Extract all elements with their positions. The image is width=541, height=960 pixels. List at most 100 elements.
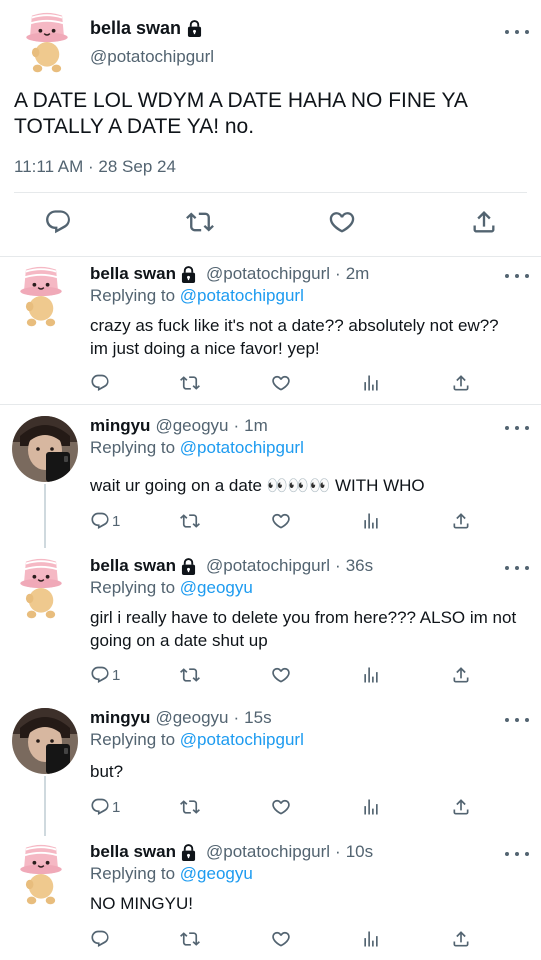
- share-icon[interactable]: [451, 928, 471, 950]
- separator-dot: ·: [233, 416, 240, 435]
- more-icon[interactable]: [505, 848, 529, 860]
- replying-to: Replying to @potatochipgurl: [90, 438, 304, 458]
- replying-to: Replying to @potatochipgurl: [90, 730, 304, 750]
- author-name-text[interactable]: bella swan: [90, 18, 181, 39]
- replying-to-label: Replying to: [90, 438, 176, 457]
- reply-text: NO MINGYU!: [90, 894, 193, 913]
- analytics-icon[interactable]: [361, 664, 381, 686]
- reply-icon[interactable]: [44, 208, 72, 236]
- author-handle[interactable]: @potatochipgurl: [206, 842, 330, 862]
- reply-time[interactable]: 2m: [346, 264, 370, 284]
- author-handle[interactable]: @potatochipgurl: [206, 264, 330, 284]
- divider: [14, 192, 527, 193]
- replying-to: Replying to @geogyu: [90, 864, 253, 884]
- replying-to: Replying to @potatochipgurl: [90, 286, 304, 306]
- separator-dot: ·: [233, 708, 240, 727]
- analytics-icon[interactable]: [361, 796, 381, 818]
- share-icon[interactable]: [451, 664, 471, 686]
- reply-time[interactable]: 36s: [346, 556, 373, 576]
- author-name[interactable]: bella swan: [90, 18, 202, 39]
- separator-dot: ·: [335, 556, 341, 575]
- replying-to-label: Replying to: [90, 864, 176, 883]
- share-icon[interactable]: [451, 372, 471, 394]
- heart-icon[interactable]: [271, 372, 291, 394]
- retweet-icon[interactable]: [180, 664, 200, 686]
- author-handle[interactable]: @potatochipgurl: [206, 556, 330, 576]
- more-icon[interactable]: [505, 26, 529, 38]
- replying-to-mention[interactable]: @potatochipgurl: [180, 730, 304, 749]
- more-icon[interactable]: [505, 562, 529, 574]
- lock-icon: [181, 266, 196, 283]
- avatar[interactable]: [12, 264, 78, 330]
- author-name[interactable]: bella swan: [90, 264, 176, 284]
- replying-to-label: Replying to: [90, 578, 176, 597]
- lock-icon: [187, 20, 202, 37]
- retweet-icon[interactable]: [186, 208, 214, 236]
- reply-tweet[interactable]: bella swan @potatochipgurl · 2m Replying…: [0, 256, 541, 404]
- reply-tweet[interactable]: bella swan @potatochipgurl · 10s Replyin…: [0, 838, 541, 960]
- reply-count: 1: [112, 798, 121, 816]
- reply-header: mingyu @geogyu · 15s: [90, 708, 272, 728]
- avatar[interactable]: [12, 556, 78, 622]
- separator-dot: ·: [335, 264, 341, 283]
- tweet-timestamp[interactable]: 11:11 AM · 28 Sep 24: [14, 157, 176, 177]
- avatar[interactable]: [12, 416, 78, 482]
- reply-icon[interactable]: [90, 372, 110, 394]
- reply-time[interactable]: 10s: [346, 842, 373, 862]
- replying-to-mention[interactable]: @geogyu: [180, 578, 253, 597]
- share-icon[interactable]: [451, 796, 471, 818]
- heart-icon[interactable]: [271, 664, 291, 686]
- analytics-icon[interactable]: [361, 928, 381, 950]
- heart-icon[interactable]: [271, 510, 291, 532]
- reply-count: 1: [112, 666, 121, 684]
- reply-header: bella swan @potatochipgurl · 2m: [90, 264, 369, 284]
- reply-icon[interactable]: [90, 928, 110, 950]
- author-name[interactable]: bella swan: [90, 556, 176, 576]
- avatar[interactable]: [12, 842, 78, 908]
- author-name[interactable]: mingyu: [90, 416, 150, 436]
- reply-time[interactable]: 15s: [244, 708, 271, 728]
- heart-icon[interactable]: [271, 796, 291, 818]
- avatar[interactable]: [12, 708, 78, 774]
- reply-icon[interactable]: 1: [90, 664, 120, 686]
- more-icon[interactable]: [505, 270, 529, 282]
- author-handle[interactable]: @geogyu: [155, 708, 228, 728]
- reply-header: mingyu @geogyu · 1m: [90, 416, 268, 436]
- main-tweet: bella swan @potatochipgurl A DATE LOL WD…: [0, 0, 541, 256]
- replying-to-label: Replying to: [90, 730, 176, 749]
- reply-text: girl i really have to delete you from he…: [90, 608, 517, 650]
- share-icon[interactable]: [470, 208, 498, 236]
- reply-icon[interactable]: 1: [90, 510, 120, 532]
- replying-to-mention[interactable]: @potatochipgurl: [180, 286, 304, 305]
- reply-header: bella swan @potatochipgurl · 10s: [90, 842, 373, 862]
- analytics-icon[interactable]: [361, 510, 381, 532]
- replying-to-label: Replying to: [90, 286, 176, 305]
- reply-tweet[interactable]: bella swan @potatochipgurl · 36s Replyin…: [0, 550, 541, 696]
- reply-tweet[interactable]: mingyu @geogyu · 1m Replying to @potatoc…: [0, 404, 541, 550]
- more-icon[interactable]: [505, 422, 529, 434]
- author-handle[interactable]: @potatochipgurl: [90, 47, 214, 67]
- reply-time[interactable]: 1m: [244, 416, 268, 436]
- reply-text: wait ur going on a date 👀👀👀 WITH WHO: [90, 476, 425, 495]
- replying-to-mention[interactable]: @potatochipgurl: [180, 438, 304, 457]
- author-handle[interactable]: @geogyu: [155, 416, 228, 436]
- retweet-icon[interactable]: [180, 796, 200, 818]
- retweet-icon[interactable]: [180, 928, 200, 950]
- retweet-icon[interactable]: [180, 510, 200, 532]
- reply-icon[interactable]: 1: [90, 796, 120, 818]
- reply-tweet[interactable]: mingyu @geogyu · 15s Replying to @potato…: [0, 696, 541, 838]
- analytics-icon[interactable]: [361, 372, 381, 394]
- avatar[interactable]: [18, 10, 76, 76]
- replying-to-mention[interactable]: @geogyu: [180, 864, 253, 883]
- more-icon[interactable]: [505, 714, 529, 726]
- author-name[interactable]: mingyu: [90, 708, 150, 728]
- share-icon[interactable]: [451, 510, 471, 532]
- heart-icon[interactable]: [328, 208, 356, 236]
- reply-count: 1: [112, 512, 121, 530]
- author-name[interactable]: bella swan: [90, 842, 176, 862]
- retweet-icon[interactable]: [180, 372, 200, 394]
- heart-icon[interactable]: [271, 928, 291, 950]
- lock-icon: [181, 558, 196, 575]
- reply-text: crazy as fuck like it's not a date?? abs…: [90, 316, 499, 358]
- separator-dot: ·: [335, 842, 341, 861]
